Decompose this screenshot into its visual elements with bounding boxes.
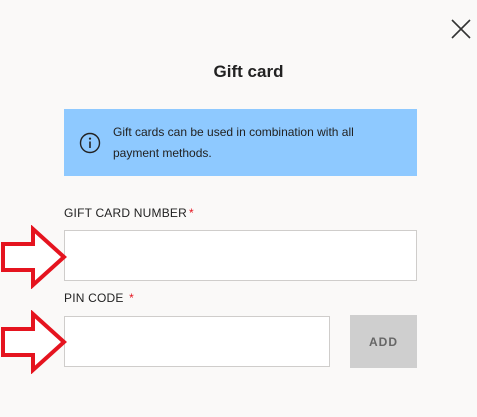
info-text: Gift cards can be used in combination wi… xyxy=(113,124,354,160)
info-banner: Gift cards can be used in combination wi… xyxy=(64,109,417,176)
required-mark: * xyxy=(188,206,194,220)
gift-card-number-label-text: GIFT CARD NUMBER xyxy=(64,206,187,220)
gift-card-number-input[interactable] xyxy=(64,230,417,281)
gift-card-number-label: GIFT CARD NUMBER * xyxy=(64,206,194,220)
add-button[interactable]: ADD xyxy=(350,315,417,368)
modal-title: Gift card xyxy=(213,62,284,81)
right-arrow-icon xyxy=(1,225,67,289)
required-mark: * xyxy=(129,291,135,305)
close-icon xyxy=(451,19,471,39)
pin-code-input[interactable] xyxy=(64,316,330,367)
info-icon xyxy=(79,132,101,153)
pin-code-label-text: PIN CODE xyxy=(64,291,124,305)
close-button[interactable] xyxy=(449,17,473,41)
pin-code-label: PIN CODE * xyxy=(64,291,134,305)
gift-card-modal: Gift card Gift cards can be used in comb… xyxy=(0,0,477,417)
right-arrow-icon xyxy=(1,310,67,374)
